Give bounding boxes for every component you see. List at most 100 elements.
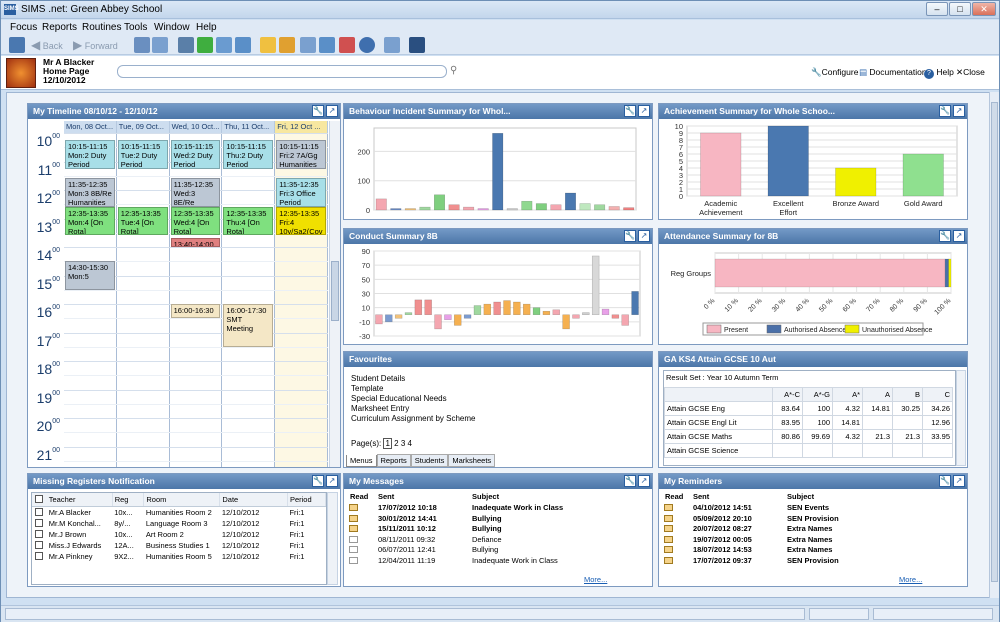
- timeline-event[interactable]: 10:15-11:15 Fri:2 7A/Gg Humanities: [276, 140, 326, 169]
- bar-chart-icon[interactable]: [260, 37, 276, 53]
- timeline-day-label[interactable]: Mon, 08 Oct...: [64, 121, 117, 133]
- list-item[interactable]: 17/07/2012 09:37 SEN Provision: [661, 556, 961, 566]
- timeline-event[interactable]: 13:40-14:00: [170, 237, 221, 247]
- search-icon[interactable]: ⚲: [450, 65, 462, 77]
- timeline-day-label[interactable]: Wed, 10 Oct...: [169, 121, 223, 133]
- favourite-item[interactable]: Template: [351, 384, 476, 394]
- timeline-day-label[interactable]: Tue, 09 Oct...: [116, 121, 170, 133]
- list-item[interactable]: 05/09/2012 20:10 SEN Provision: [661, 514, 961, 524]
- table-row[interactable]: Mr.J Brown 10x... Art Room 2 12/10/2012 Fri:…: [32, 529, 326, 540]
- people-icon[interactable]: [134, 37, 150, 53]
- timeline-event[interactable]: 10:15-11:15 Wed:2 Duty Period: [170, 140, 221, 169]
- tab-reports[interactable]: Reports: [376, 454, 411, 467]
- timeline-event[interactable]: 10:15-11:15 Tue:2 Duty Period: [117, 140, 168, 169]
- configure-icon[interactable]: 🔧: [939, 230, 951, 242]
- switch-icon[interactable]: [9, 37, 25, 53]
- table-row[interactable]: Miss.J Edwards 12A... Business Studies 1 12…: [32, 540, 326, 551]
- timeline-event[interactable]: 12:35-13:35 Tue:4 [On Rota]: [117, 206, 168, 236]
- timeline-event[interactable]: 11:35-12:35 Fri:3 Office Period: [276, 178, 326, 207]
- registers-column-header[interactable]: Room: [143, 493, 221, 507]
- tab-menus[interactable]: Menus: [346, 455, 377, 467]
- menu-reports[interactable]: Reports: [42, 22, 77, 33]
- menu-window[interactable]: Window: [154, 22, 190, 33]
- timeline-scrollbar[interactable]: [329, 121, 340, 467]
- maximize-icon[interactable]: ↗: [953, 105, 965, 117]
- table-row[interactable]: Mr.A Blacker 10x... Humanities Room 2 12/10…: [32, 507, 326, 519]
- reminders-more-link[interactable]: More...: [899, 575, 922, 584]
- timeline-grid[interactable]: Mon, 08 Oct... Tue, 09 Oct... Wed, 10 Oct.…: [28, 121, 328, 467]
- page-link-4[interactable]: 4: [408, 439, 412, 448]
- forward-button[interactable]: ▶ Forward: [73, 37, 133, 53]
- timeline-event[interactable]: 12:35-13:35 Wed:4 [On Rota]: [170, 206, 221, 236]
- configure-icon[interactable]: 🔧: [939, 475, 951, 487]
- report-icon[interactable]: [279, 37, 295, 53]
- timeline-day-column[interactable]: [117, 133, 170, 467]
- chart-icon[interactable]: [216, 37, 232, 53]
- list-item[interactable]: 30/01/2012 14:41 Bullying: [346, 514, 646, 524]
- timeline-event[interactable]: 12:35-13:35 Thu:4 [On Rota]: [223, 206, 274, 236]
- messages-more-link[interactable]: More...: [584, 575, 607, 584]
- stack-icon[interactable]: [339, 37, 355, 53]
- configure-icon[interactable]: 🔧: [624, 105, 636, 117]
- configure-icon[interactable]: 🔧: [312, 105, 324, 117]
- page-link-3[interactable]: 3: [401, 439, 405, 448]
- timeline-event[interactable]: 11:35-12:35 Wed:3 8E/Re Humanities: [170, 178, 221, 207]
- list-item[interactable]: 04/10/2012 14:51 SEN Events: [661, 503, 961, 513]
- timeline-day-label[interactable]: Thu, 11 Oct...: [222, 121, 276, 133]
- table-row[interactable]: Mr.A Pinkney 9X2... Humanities Room 5 12/10…: [32, 551, 326, 562]
- tab-students[interactable]: Students: [410, 454, 449, 467]
- row-checkbox[interactable]: [35, 529, 44, 538]
- export-icon[interactable]: [384, 37, 400, 53]
- maximize-icon[interactable]: ↗: [638, 105, 650, 117]
- close-window-button[interactable]: ✕: [972, 2, 996, 16]
- registers-column-header[interactable]: Teacher: [46, 493, 113, 507]
- timeline-event[interactable]: 16:00-16:30: [170, 304, 221, 319]
- list-item[interactable]: 20/07/2012 08:27 Extra Names: [661, 524, 961, 534]
- table-row[interactable]: Mr.M Konchal... 8y/... Language Room 3 12/1…: [32, 518, 326, 529]
- list-item[interactable]: 08/11/2011 09:32 Defiance: [346, 535, 646, 545]
- maximize-icon[interactable]: ↗: [326, 475, 338, 487]
- tab-marksheets[interactable]: Marksheets: [448, 454, 496, 467]
- timeline-event[interactable]: 14:30-15:30 Mon:5: [65, 261, 115, 290]
- list-item[interactable]: 06/07/2011 12:41 Bullying: [346, 545, 646, 555]
- list-item[interactable]: 17/07/2012 10:18 Inadequate Work in Class: [346, 503, 646, 513]
- maximize-button[interactable]: □: [949, 2, 971, 16]
- timeline-event[interactable]: 10:15-11:15 Mon:2 Duty Period: [65, 140, 115, 169]
- close-link[interactable]: ✕Close: [956, 67, 985, 78]
- maximize-icon[interactable]: ↗: [638, 475, 650, 487]
- person-icon[interactable]: [152, 37, 168, 53]
- scrollbar-thumb[interactable]: [331, 261, 339, 321]
- favourite-item[interactable]: Curriculum Assignment by Scheme: [351, 414, 476, 424]
- timeline-event[interactable]: 16:00-17:30 SMT Meeting: [223, 304, 274, 347]
- list-item[interactable]: 19/07/2012 00:05 Extra Names: [661, 535, 961, 545]
- flag-icon[interactable]: [197, 37, 213, 53]
- maximize-icon[interactable]: ↗: [638, 230, 650, 242]
- list-item[interactable]: 12/04/2011 11:19 Inadequate Work in Class: [346, 556, 646, 566]
- favourite-item[interactable]: Special Educational Needs: [351, 394, 476, 404]
- favourite-item[interactable]: Student Details: [351, 374, 476, 384]
- timeline-day-label[interactable]: Fri, 12 Oct ...: [275, 121, 328, 133]
- timeline-event[interactable]: 12:35-13:35 Mon:4 [On Rota]: [65, 206, 115, 236]
- menu-routines[interactable]: Routines: [82, 22, 121, 33]
- clock-icon[interactable]: [359, 37, 375, 53]
- globe-icon[interactable]: [409, 37, 425, 53]
- document-icon[interactable]: [300, 37, 316, 53]
- scrollbar-thumb[interactable]: [991, 102, 998, 582]
- select-all-checkbox[interactable]: [35, 494, 44, 503]
- configure-icon[interactable]: 🔧: [624, 475, 636, 487]
- minimize-button[interactable]: –: [926, 2, 948, 16]
- timeline-event[interactable]: 12:35-13:35 Fri:4 10y/Sa2(Cov: [276, 206, 326, 236]
- configure-link[interactable]: 🔧Configure: [811, 67, 858, 78]
- book-icon[interactable]: [178, 37, 194, 53]
- menu-help[interactable]: Help: [196, 22, 217, 33]
- list-item[interactable]: 15/11/2011 10:12 Bullying: [346, 524, 646, 534]
- timeline-event[interactable]: 10:15-11:15 Thu:2 Duty Period: [223, 140, 274, 169]
- help-link[interactable]: ? Help: [924, 67, 954, 79]
- registers-column-header[interactable]: Date: [219, 493, 288, 507]
- configure-icon[interactable]: 🔧: [312, 475, 324, 487]
- documentation-link[interactable]: ▤ Documentation: [859, 67, 927, 78]
- maximize-icon[interactable]: ↗: [953, 475, 965, 487]
- favourite-item[interactable]: Marksheet Entry: [351, 404, 476, 414]
- registers-scrollbar[interactable]: [327, 492, 338, 585]
- list-icon[interactable]: [319, 37, 335, 53]
